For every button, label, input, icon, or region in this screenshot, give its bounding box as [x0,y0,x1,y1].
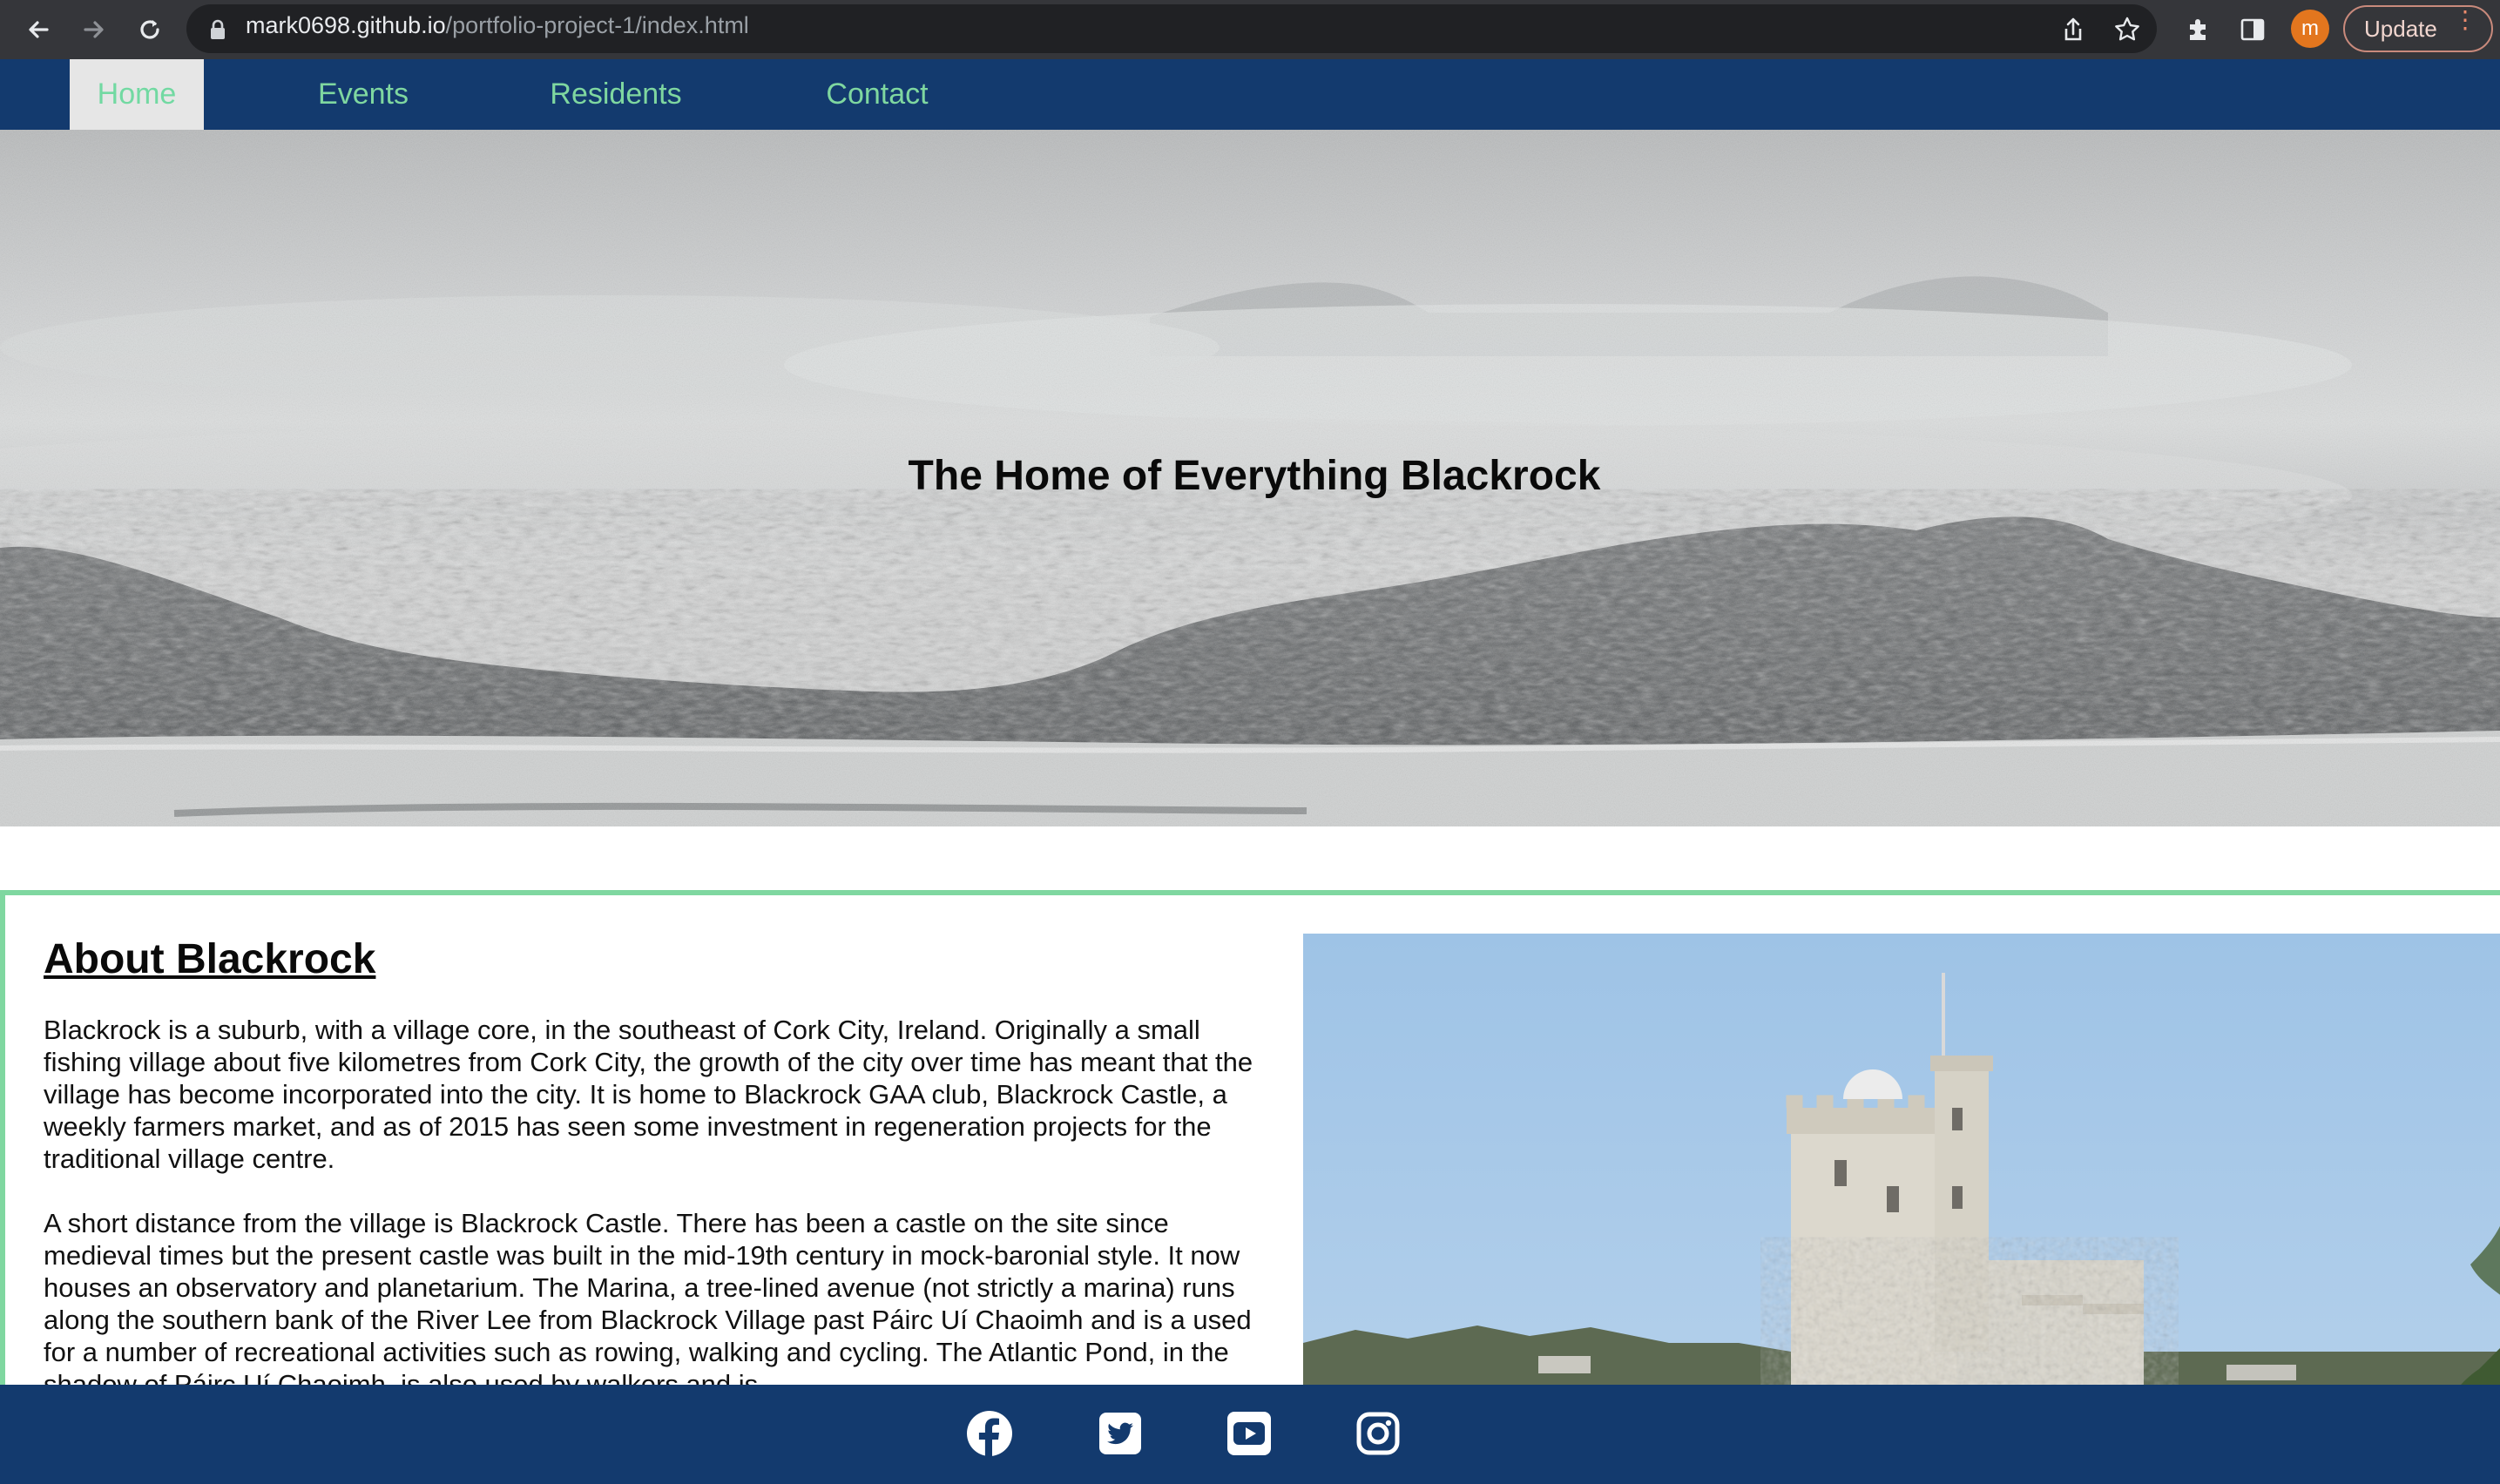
nav-residents[interactable]: Residents [523,59,709,130]
extensions-button[interactable] [2181,12,2216,47]
site-footer [0,1385,2500,1484]
url-text[interactable]: mark0698.github.io/portfolio-project-1/i… [246,12,749,39]
youtube-icon [1227,1412,1271,1455]
reload-button[interactable] [129,9,171,51]
side-panel-button[interactable] [2235,12,2270,47]
site-navbar: Home Events Residents Contact [0,59,2500,130]
back-button[interactable] [17,9,59,51]
url-path: /portfolio-project-1/index.html [445,12,749,38]
update-button[interactable]: Update ⋮ [2343,5,2493,52]
star-icon [2115,17,2139,41]
share-button[interactable] [2056,12,2091,47]
nav-events[interactable]: Events [287,59,439,130]
bookmark-button[interactable] [2110,12,2145,47]
about-title: About Blackrock [44,936,376,982]
instagram-link[interactable] [1354,1409,1402,1458]
reload-icon [140,20,159,39]
more-icon: ⋮ [2453,6,2477,33]
back-icon [29,21,49,38]
forward-icon [84,21,104,38]
twitter-link[interactable] [1096,1409,1145,1458]
profile-avatar[interactable]: m [2291,10,2329,48]
side-panel-icon [2240,18,2265,41]
about-paragraph-2: A short distance from the village is Bla… [44,1208,1252,1400]
hero-banner: The Home of Everything Blackrock [0,130,2500,826]
url-host: mark0698.github.io [246,12,446,38]
facebook-link[interactable] [965,1409,1014,1458]
update-label: Update [2364,15,2437,42]
instagram-icon [1356,1412,1400,1455]
about-paragraph-1: Blackrock is a suburb, with a village co… [44,1015,1253,1174]
share-icon [2064,17,2082,41]
facebook-icon [967,1411,1012,1457]
nav-contact[interactable]: Contact [793,59,962,130]
hero-title: The Home of Everything Blackrock [908,453,1601,499]
browser-toolbar: mark0698.github.io/portfolio-project-1/i… [0,0,2500,59]
youtube-link[interactable] [1225,1409,1274,1458]
extensions-icon [2190,19,2206,40]
twitter-icon [1099,1413,1141,1454]
forward-button[interactable] [73,9,115,51]
nav-home[interactable]: Home [70,59,204,130]
lock-icon [211,19,225,39]
